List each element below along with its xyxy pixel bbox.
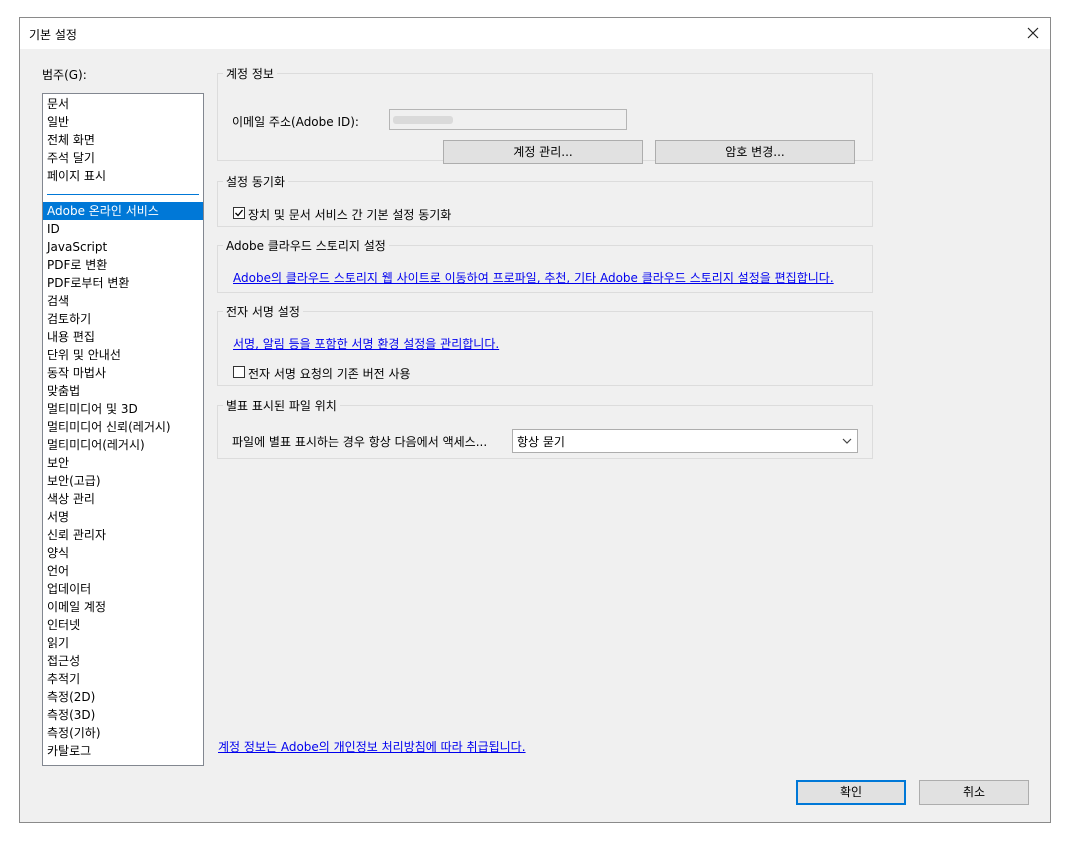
- category-item[interactable]: 페이지 표시: [43, 167, 203, 185]
- category-item[interactable]: 맞춤법: [43, 382, 203, 400]
- category-item[interactable]: 멀티미디어 신뢰(레거시): [43, 418, 203, 436]
- category-item[interactable]: Adobe 온라인 서비스: [43, 202, 203, 220]
- account-info-legend: 계정 정보: [226, 67, 274, 81]
- account-info-group: 계정 정보 이메일 주소(Adobe ID): 계정 관리... 암호 변경..…: [217, 65, 873, 164]
- category-item[interactable]: 전체 화면: [43, 131, 203, 149]
- category-item[interactable]: 검토하기: [43, 310, 203, 328]
- cloud-storage-link[interactable]: Adobe의 클라우드 스토리지 웹 사이트로 이동하여 프로파일, 추천, 기…: [233, 269, 834, 286]
- categories-label: 범주(G):: [42, 68, 87, 82]
- category-item[interactable]: PDF로부터 변환: [43, 274, 203, 292]
- sync-checkbox-label[interactable]: 장치 및 문서 서비스 간 기본 설정 동기화: [248, 206, 451, 223]
- starred-location-select[interactable]: 항상 묻기: [512, 429, 858, 453]
- category-item[interactable]: 검색: [43, 292, 203, 310]
- category-item[interactable]: 양식: [43, 544, 203, 562]
- dialog-title: 기본 설정: [29, 28, 77, 42]
- categories-separator: [47, 194, 199, 195]
- change-password-button[interactable]: 암호 변경...: [655, 140, 855, 164]
- category-item[interactable]: JavaScript: [43, 238, 203, 256]
- privacy-policy-link[interactable]: 계정 정보는 Adobe의 개인정보 처리방침에 따라 취급됩니다.: [218, 738, 526, 755]
- title-bar: 기본 설정: [20, 18, 1050, 49]
- email-field[interactable]: [389, 109, 627, 130]
- category-item[interactable]: 색상 관리: [43, 490, 203, 508]
- category-item[interactable]: 측정(기하): [43, 724, 203, 742]
- email-redacted: [393, 116, 453, 124]
- esign-settings-legend: 전자 서명 설정: [226, 305, 300, 319]
- category-item[interactable]: 일반: [43, 113, 203, 131]
- esign-settings-link[interactable]: 서명, 알림 등을 포함한 서명 환경 설정을 관리합니다.: [233, 335, 499, 352]
- category-item[interactable]: 카탈로그: [43, 742, 203, 760]
- category-item[interactable]: 보안(고급): [43, 472, 203, 490]
- sync-checkbox[interactable]: [233, 207, 245, 219]
- category-item[interactable]: 측정(3D): [43, 706, 203, 724]
- category-item[interactable]: 멀티미디어 및 3D: [43, 400, 203, 418]
- category-item[interactable]: 신뢰 관리자: [43, 526, 203, 544]
- cloud-storage-group: Adobe 클라우드 스토리지 설정 Adobe의 클라우드 스토리지 웹 사이…: [217, 237, 873, 293]
- cancel-button[interactable]: 취소: [919, 780, 1029, 805]
- category-item[interactable]: 추적기: [43, 670, 203, 688]
- category-item[interactable]: 서명: [43, 508, 203, 526]
- chevron-down-icon: [841, 435, 853, 450]
- category-item[interactable]: 동작 마법사: [43, 364, 203, 382]
- category-item[interactable]: 단위 및 안내선: [43, 346, 203, 364]
- close-icon[interactable]: [1022, 22, 1044, 44]
- ok-button[interactable]: 확인: [796, 780, 906, 805]
- esign-settings-group: 전자 서명 설정 서명, 알림 등을 포함한 서명 환경 설정을 관리합니다. …: [217, 303, 873, 386]
- category-item[interactable]: 언어: [43, 562, 203, 580]
- category-item[interactable]: ID: [43, 220, 203, 238]
- starred-files-legend: 별표 표시된 파일 위치: [226, 399, 337, 413]
- category-item[interactable]: 읽기: [43, 634, 203, 652]
- cloud-storage-legend: Adobe 클라우드 스토리지 설정: [226, 239, 386, 253]
- starred-location-value: 항상 묻기: [517, 435, 565, 449]
- starred-files-label: 파일에 별표 표시하는 경우 항상 다음에서 액세스...: [232, 435, 488, 449]
- category-item[interactable]: 인터넷: [43, 616, 203, 634]
- categories-list[interactable]: 문서 일반 전체 화면 주석 달기 페이지 표시 Adobe 온라인 서비스 ID Java…: [42, 93, 204, 766]
- checkmark-icon: [235, 209, 244, 217]
- preferences-dialog: 기본 설정 범주(G): 문서 일반 전체 화면 주석 달기 페이지 표시 Adobe …: [19, 17, 1051, 823]
- starred-files-group: 별표 표시된 파일 위치 파일에 별표 표시하는 경우 항상 다음에서 액세스.…: [217, 397, 873, 459]
- email-label: 이메일 주소(Adobe ID):: [232, 115, 359, 129]
- category-item[interactable]: 업데이터: [43, 580, 203, 598]
- category-item[interactable]: PDF로 변환: [43, 256, 203, 274]
- sync-settings-group: 설정 동기화 장치 및 문서 서비스 간 기본 설정 동기화: [217, 173, 873, 227]
- category-item[interactable]: 접근성: [43, 652, 203, 670]
- manage-account-button[interactable]: 계정 관리...: [443, 140, 643, 164]
- category-item[interactable]: 문서: [43, 95, 203, 113]
- category-item[interactable]: 측정(2D): [43, 688, 203, 706]
- sync-settings-legend: 설정 동기화: [226, 175, 286, 189]
- category-item[interactable]: 내용 편집: [43, 328, 203, 346]
- category-item[interactable]: 주석 달기: [43, 149, 203, 167]
- category-item[interactable]: 보안: [43, 454, 203, 472]
- esign-legacy-checkbox[interactable]: [233, 366, 245, 378]
- category-item[interactable]: 멀티미디어(레거시): [43, 436, 203, 454]
- esign-legacy-checkbox-label[interactable]: 전자 서명 요청의 기존 버전 사용: [248, 365, 411, 382]
- category-item[interactable]: 이메일 계정: [43, 598, 203, 616]
